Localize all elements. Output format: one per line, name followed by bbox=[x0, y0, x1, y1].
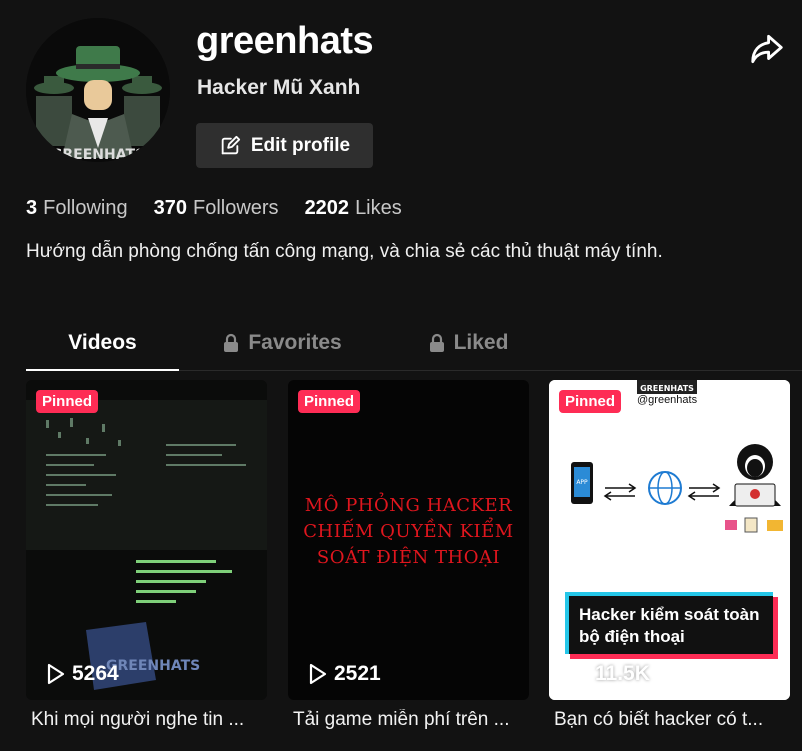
pinned-badge: Pinned bbox=[36, 390, 99, 413]
tab-videos-label: Videos bbox=[68, 331, 137, 354]
video-card[interactable]: MÔ PHỎNG HACKER CHIẾM QUYỀN KIỂM SOÁT ĐIỆN… bbox=[288, 380, 529, 700]
thumb-line: SOÁT ĐIỆN THOẠI bbox=[316, 547, 501, 568]
edit-profile-button[interactable]: Edit profile bbox=[196, 123, 373, 168]
followers-label: Followers bbox=[192, 197, 279, 219]
svg-text:GREENHATS: GREENHATS bbox=[51, 147, 145, 162]
thumbnail-handle: @greenhats bbox=[637, 394, 698, 406]
view-count: 11.5K bbox=[569, 662, 650, 686]
svg-text:APP: APP bbox=[576, 479, 588, 486]
followers-count: 370 bbox=[153, 197, 187, 219]
hacker-avatar-image: GREENHATS bbox=[26, 18, 170, 162]
lock-icon bbox=[429, 333, 444, 352]
tab-videos[interactable]: Videos bbox=[26, 318, 179, 368]
video-card[interactable]: GREENHATS Pinned 5264 bbox=[26, 380, 267, 700]
video-caption[interactable]: Bạn có biết hacker có t... bbox=[554, 709, 795, 731]
thumb-line: MÔ PHỎNG HACKER bbox=[304, 495, 513, 516]
view-count-value: 2521 bbox=[334, 662, 381, 685]
tab-liked[interactable]: Liked bbox=[424, 318, 512, 368]
stat-following[interactable]: 3 Following bbox=[26, 197, 128, 220]
tab-favorites-label: Favorites bbox=[248, 331, 342, 354]
pinned-badge: Pinned bbox=[298, 390, 361, 413]
view-count: 2521 bbox=[308, 662, 381, 686]
video-caption[interactable]: Tải game miễn phí trên ... bbox=[293, 709, 534, 731]
svg-text:GREENHATS: GREENHATS bbox=[640, 384, 694, 393]
following-label: Following bbox=[43, 197, 128, 219]
video-thumbnail: GREENHATS bbox=[26, 380, 267, 700]
svg-text:GREENHATS: GREENHATS bbox=[106, 658, 200, 674]
play-icon bbox=[47, 663, 65, 685]
profile-stats: 3 Following 370 Followers 2202 Likes bbox=[26, 197, 402, 220]
thumb-line: CHIẾM QUYỀN KIỂM bbox=[303, 521, 514, 542]
share-icon bbox=[751, 34, 783, 64]
edit-profile-label: Edit profile bbox=[250, 134, 351, 156]
stat-likes: 2202 Likes bbox=[305, 197, 402, 220]
stat-followers[interactable]: 370 Followers bbox=[154, 197, 279, 220]
video-caption[interactable]: Khi mọi người nghe tin ... bbox=[31, 709, 272, 731]
username: greenhats bbox=[196, 20, 374, 62]
likes-count: 2202 bbox=[304, 197, 350, 219]
profile-tabs: Videos Favorites Liked bbox=[26, 318, 802, 371]
view-count-value: 11.5K bbox=[595, 662, 650, 685]
profile-bio: Hướng dẫn phòng chống tấn công mạng, và … bbox=[26, 241, 663, 262]
video-thumbnail-text: MÔ PHỎNG HACKER CHIẾM QUYỀN KIỂM SOÁT ĐIỆN… bbox=[288, 493, 529, 571]
following-count: 3 bbox=[26, 197, 38, 219]
tab-favorites[interactable]: Favorites bbox=[219, 318, 345, 368]
profile-avatar[interactable]: GREENHATS bbox=[26, 18, 170, 162]
nickname: Hacker Mũ Xanh bbox=[197, 76, 361, 99]
likes-label: Likes bbox=[355, 197, 402, 219]
view-count-value: 5264 bbox=[72, 662, 119, 685]
play-icon bbox=[309, 663, 327, 685]
edit-icon bbox=[221, 135, 240, 154]
video-card[interactable]: GREENHATS APP @greenhats Hacker kiểm soá… bbox=[549, 380, 790, 700]
tab-liked-label: Liked bbox=[453, 331, 509, 354]
active-tab-indicator bbox=[26, 369, 179, 371]
share-button[interactable] bbox=[748, 30, 786, 68]
lock-icon bbox=[224, 333, 239, 352]
thumbnail-title-box: Hacker kiểm soát toàn bộ điện thoại bbox=[565, 592, 773, 654]
play-icon bbox=[570, 663, 588, 685]
pinned-badge: Pinned bbox=[559, 390, 622, 413]
view-count: 5264 bbox=[46, 662, 119, 686]
